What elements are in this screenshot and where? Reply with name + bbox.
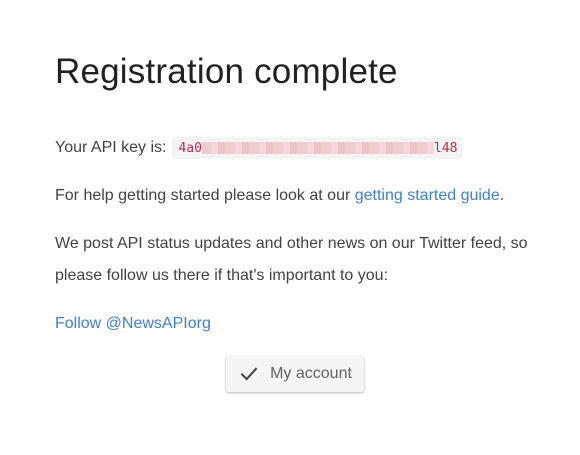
api-key-row: Your API key is: 4a0 l48 xyxy=(55,136,464,160)
check-icon xyxy=(240,367,258,381)
api-key-redaction xyxy=(201,142,434,154)
help-text-before: For help getting started please look at … xyxy=(55,187,355,204)
help-text-after: . xyxy=(499,187,505,204)
api-key-prefix: 4a0 xyxy=(178,140,202,156)
api-key-value[interactable]: 4a0 l48 xyxy=(172,137,464,159)
api-key-label: Your API key is: xyxy=(55,139,167,156)
twitter-follow-link[interactable]: Follow @NewsAPIorg xyxy=(55,315,211,332)
help-paragraph: For help getting started please look at … xyxy=(55,180,504,212)
my-account-button[interactable]: My account xyxy=(226,356,364,392)
getting-started-guide-link[interactable]: getting started guide xyxy=(355,187,500,204)
page-title: Registration complete xyxy=(55,52,398,91)
news-paragraph: We post API status updates and other new… xyxy=(55,235,528,284)
my-account-label: My account xyxy=(270,365,352,382)
api-key-suffix: l48 xyxy=(433,140,458,156)
follow-paragraph: Follow @NewsAPIorg xyxy=(55,308,211,340)
